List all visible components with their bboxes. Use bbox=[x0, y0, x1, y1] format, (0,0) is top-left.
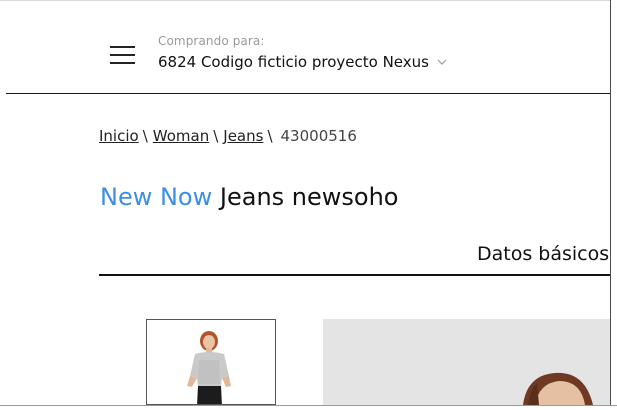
menu-line bbox=[110, 62, 135, 64]
product-thumbnail[interactable] bbox=[146, 319, 276, 405]
model-thumbnail-image bbox=[147, 320, 275, 404]
hamburger-menu-icon[interactable] bbox=[108, 45, 138, 69]
shopping-for-selector[interactable]: 6824 Codigo ficticio proyecto Nexus bbox=[158, 53, 447, 71]
window-right-border bbox=[610, 0, 617, 410]
tab-datos-basicos[interactable]: Datos básicos bbox=[477, 243, 609, 265]
breadcrumb-current: 43000516 bbox=[280, 127, 357, 145]
shopping-for-label: Comprando para: bbox=[158, 34, 265, 48]
product-collection: New Now bbox=[100, 183, 213, 211]
product-main-image[interactable] bbox=[323, 319, 610, 405]
window-bottom-border bbox=[0, 405, 617, 410]
breadcrumb-separator: \ bbox=[142, 127, 148, 145]
menu-line bbox=[110, 46, 135, 48]
tab-bar: Datos básicos bbox=[99, 240, 610, 276]
chevron-down-icon bbox=[437, 59, 447, 65]
breadcrumb-link-jeans[interactable]: Jeans bbox=[223, 127, 263, 145]
product-name: Jeans newsoho bbox=[219, 183, 399, 211]
menu-line bbox=[110, 54, 135, 56]
breadcrumb: Inicio \ Woman \ Jeans \ 43000516 bbox=[99, 127, 357, 145]
breadcrumb-link-woman[interactable]: Woman bbox=[153, 127, 209, 145]
breadcrumb-separator: \ bbox=[213, 127, 219, 145]
model-main-image bbox=[323, 319, 610, 405]
top-header: Comprando para: 6824 Codigo ficticio pro… bbox=[6, 1, 610, 94]
shopping-for-value: 6824 Codigo ficticio proyecto Nexus bbox=[158, 53, 429, 71]
breadcrumb-link-inicio[interactable]: Inicio bbox=[99, 127, 139, 145]
page-title: New Now Jeans newsoho bbox=[100, 183, 398, 211]
breadcrumb-separator: \ bbox=[267, 127, 273, 145]
